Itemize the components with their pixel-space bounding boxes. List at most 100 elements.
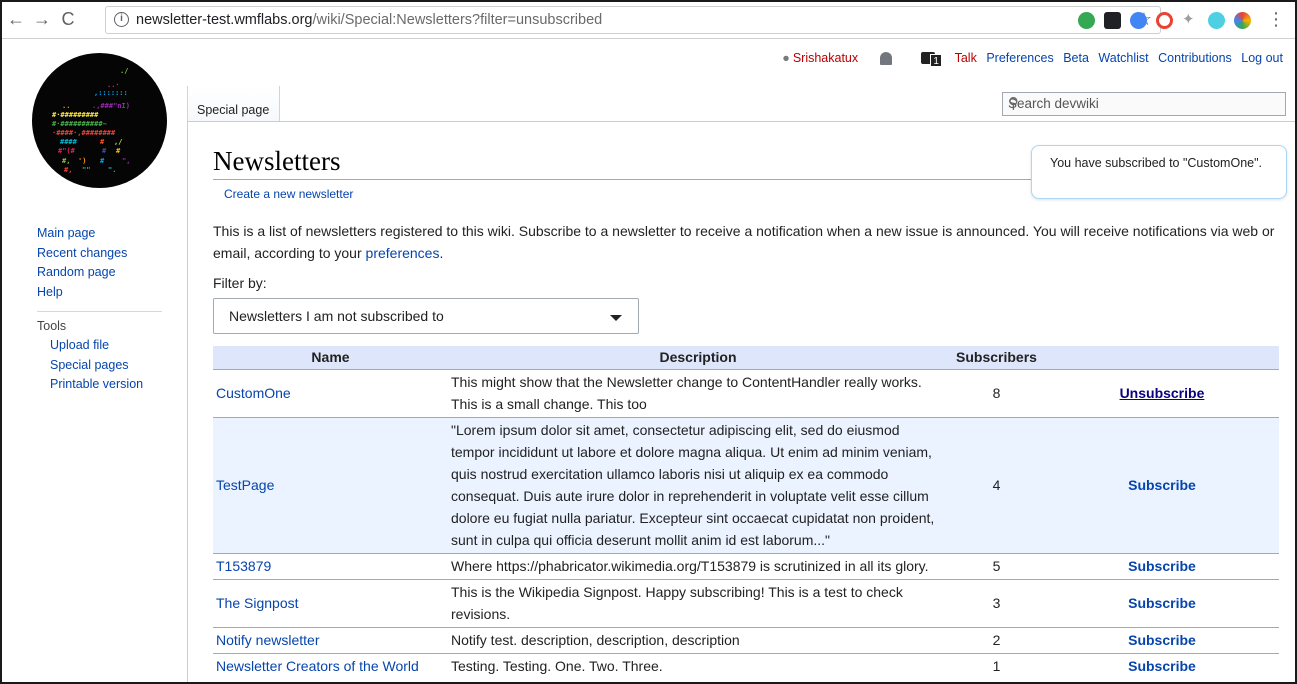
grammarly-extension-icon[interactable] [1078, 12, 1095, 29]
subscriber-count: 4 [948, 416, 1045, 553]
newsletter-name-link[interactable]: TestPage [216, 477, 274, 493]
talk-link[interactable]: Talk [955, 51, 977, 65]
svg-text:..: .. [62, 102, 70, 110]
table-row: The Signpost This is the Wikipedia Signp… [213, 578, 1279, 627]
subscriber-count: 5 [948, 552, 1045, 579]
browser-toolbar: ← → C i newsletter-test.wmflabs.org/wiki… [2, 2, 1295, 39]
page-title: Newsletters [213, 146, 341, 176]
browser-window: ← → C i newsletter-test.wmflabs.org/wiki… [0, 0, 1297, 684]
url-path: /wiki/Special:Newsletters?filter=unsubsc… [312, 12, 603, 28]
color-extension-icon[interactable] [1234, 12, 1251, 29]
newsletter-name-link[interactable]: T153879 [216, 558, 271, 574]
search-icon[interactable]: ⚲ [1008, 94, 1280, 112]
opera-extension-icon[interactable] [1156, 12, 1173, 29]
user-icon: ● [782, 51, 790, 65]
sidebar-item-recent-changes[interactable]: Recent changes [37, 244, 162, 264]
svg-text:####: #### [60, 138, 78, 146]
preferences-inline-link[interactable]: preferences [366, 245, 440, 261]
sidebar-item-printable-version[interactable]: Printable version [37, 375, 162, 395]
newsletter-description: "Lorem ipsum dolor sit amet, consectetur… [448, 416, 948, 553]
subscription-notification[interactable]: You have subscribed to "CustomOne". [1031, 145, 1287, 199]
forward-icon[interactable]: → [32, 9, 52, 30]
filter-dropdown[interactable]: Newsletters I am not subscribed to [213, 298, 639, 334]
beta-link[interactable]: Beta [1063, 51, 1089, 65]
subscribe-button[interactable]: Subscribe [1128, 595, 1196, 611]
unicorn-ascii-logo-icon: ./ ..· ,::::::: .. .,###"nI) #·#########… [52, 67, 130, 174]
url-text: newsletter-test.wmflabs.org/wiki/Special… [136, 12, 602, 28]
notion-extension-icon[interactable] [1104, 12, 1121, 29]
newsletter-name-link[interactable]: Newsletter Creators of the World [216, 658, 419, 674]
svg-text:#·#########: #·######### [52, 111, 99, 119]
browser-menu-icon[interactable]: ⋮ [1266, 9, 1286, 30]
tab-label: Special page [197, 103, 270, 117]
create-newsletter-link[interactable]: Create a new newsletter [224, 187, 353, 201]
tab-special-page[interactable]: Special page [187, 86, 280, 122]
subscriber-count: 2 [948, 626, 1045, 653]
wiki-logo[interactable]: ./ ..· ,::::::: .. .,###"nI) #·#########… [32, 53, 167, 188]
subscriber-count: 3 [948, 578, 1045, 627]
svg-text:#: # [102, 147, 107, 155]
personal-tools: ● Srishakatux 1 Talk Preferences Beta Wat… [776, 50, 1283, 67]
pin-extension-icon[interactable]: ✦ [1182, 10, 1199, 28]
bell-icon[interactable] [879, 51, 892, 65]
preferences-link[interactable]: Preferences [986, 51, 1053, 65]
svg-text:#,: #, [64, 166, 72, 174]
newsletter-name-link[interactable]: CustomOne [216, 385, 291, 401]
svg-text:..·: ..· [107, 81, 120, 89]
search-input[interactable]: Search devwiki ⚲ [1002, 92, 1286, 116]
subscribe-button[interactable]: Subscribe [1128, 632, 1196, 648]
svg-text:,/: ,/ [114, 138, 122, 146]
svg-text:#,: #, [62, 157, 70, 165]
intro-end: . [439, 245, 444, 261]
newsletter-description: Where https://phabricator.wikimedia.org/… [448, 552, 948, 579]
column-header-subscribers[interactable]: Subscribers [948, 346, 1045, 369]
newsletter-description: Testing. Testing. One. Two. Three. [448, 652, 948, 679]
table-row: Newsletter Creators of the World Testing… [213, 652, 1279, 679]
column-header-name[interactable]: Name [213, 346, 448, 369]
svg-text:#: # [100, 138, 105, 146]
column-header-description[interactable]: Description [448, 346, 948, 369]
address-bar[interactable]: i newsletter-test.wmflabs.org/wiki/Speci… [105, 6, 1161, 34]
svg-text:"": "" [82, 166, 90, 174]
newsletter-description: This might show that the Newsletter chan… [448, 368, 948, 417]
sidebar-tools-heading[interactable]: Tools [37, 311, 162, 336]
watchlist-link[interactable]: Watchlist [1098, 51, 1148, 65]
newsletter-name-link[interactable]: Notify newsletter [216, 632, 319, 648]
username-link[interactable]: Srishakatux [793, 51, 858, 65]
sidebar-item-help[interactable]: Help [37, 283, 162, 303]
caret-down-icon [610, 315, 622, 321]
newsletter-description: Notify test. description, description, d… [448, 626, 948, 653]
url-host: newsletter-test.wmflabs.org [136, 12, 313, 28]
notices-tray-icon[interactable]: 1 [915, 50, 943, 67]
table-header-row: Name Description Subscribers [213, 346, 1279, 369]
logout-link[interactable]: Log out [1241, 51, 1283, 65]
sidebar: Main page Recent changes Random page Hel… [37, 224, 162, 395]
svg-text:#·##########~: #·##########~ [52, 120, 107, 128]
column-header-action [1044, 346, 1279, 369]
newsletter-name-link[interactable]: The Signpost [216, 595, 299, 611]
newsletter-description: This is the Wikipedia Signpost. Happy su… [448, 578, 948, 627]
svg-text:",: ", [122, 157, 130, 165]
newsletters-table: Name Description Subscribers CustomOne T… [213, 346, 1279, 679]
svg-text:·####·,########: ·####·,######## [52, 129, 116, 137]
sidebar-item-main-page[interactable]: Main page [37, 224, 162, 244]
meet-extension-icon[interactable] [1208, 12, 1225, 29]
reload-icon[interactable]: C [58, 9, 78, 30]
table-row: CustomOne This might show that the Newsl… [213, 368, 1279, 417]
contributions-link[interactable]: Contributions [1158, 51, 1232, 65]
info-icon[interactable]: i [114, 12, 129, 27]
search-extension-icon[interactable] [1130, 12, 1147, 29]
table-row: T153879 Where https://phabricator.wikime… [213, 552, 1279, 579]
sidebar-item-special-pages[interactable]: Special pages [37, 356, 162, 376]
subscribe-button[interactable]: Subscribe [1128, 558, 1196, 574]
unsubscribe-button[interactable]: Unsubscribe [1120, 385, 1205, 401]
svg-text:".: ". [108, 166, 116, 174]
subscribe-button[interactable]: Subscribe [1128, 658, 1196, 674]
sidebar-item-random-page[interactable]: Random page [37, 263, 162, 283]
subscriber-count: 8 [948, 368, 1045, 417]
sidebar-item-upload-file[interactable]: Upload file [37, 336, 162, 356]
back-icon[interactable]: ← [6, 9, 26, 30]
subscribe-button[interactable]: Subscribe [1128, 477, 1196, 493]
table-row: Notify newsletter Notify test. descripti… [213, 626, 1279, 653]
table-row: TestPage "Lorem ipsum dolor sit amet, co… [213, 416, 1279, 553]
